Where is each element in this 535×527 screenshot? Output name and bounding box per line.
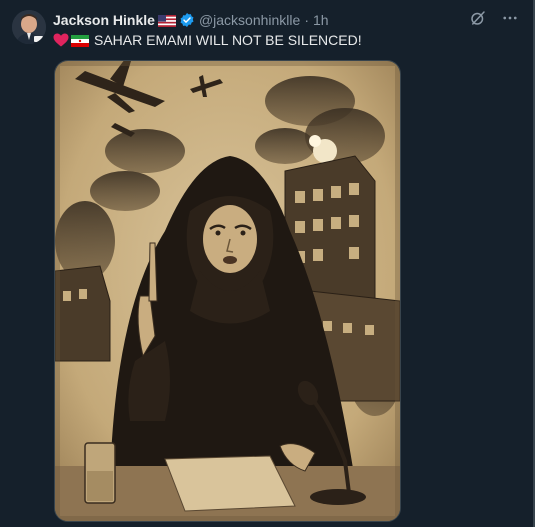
tweet-actions	[469, 9, 519, 27]
author-name[interactable]: Jackson Hinkle	[53, 12, 155, 28]
more-icon[interactable]	[501, 9, 519, 27]
separator-dot: ·	[304, 12, 309, 28]
author-handle[interactable]: @jacksonhinklle	[199, 12, 300, 28]
tweet-text-content: SAHAR EMAMI WILL NOT BE SILENCED!	[94, 32, 362, 48]
verified-badge-icon	[179, 12, 195, 28]
tweet-timestamp[interactable]: 1h	[313, 12, 329, 28]
us-flag-icon	[157, 14, 176, 27]
iran-flag-icon	[71, 34, 89, 47]
tweet-media-image[interactable]	[54, 60, 401, 522]
red-heart-icon	[53, 33, 69, 47]
avatar[interactable]	[12, 10, 46, 44]
tweet-text: SAHAR EMAMI WILL NOT BE SILENCED!	[53, 31, 362, 49]
tweet-header: Jackson Hinkle @jacksonhinklle · 1h	[53, 11, 329, 29]
grok-icon[interactable]	[469, 9, 487, 27]
tweet[interactable]: Jackson Hinkle @jacksonhinklle · 1h SAHA…	[0, 0, 533, 527]
